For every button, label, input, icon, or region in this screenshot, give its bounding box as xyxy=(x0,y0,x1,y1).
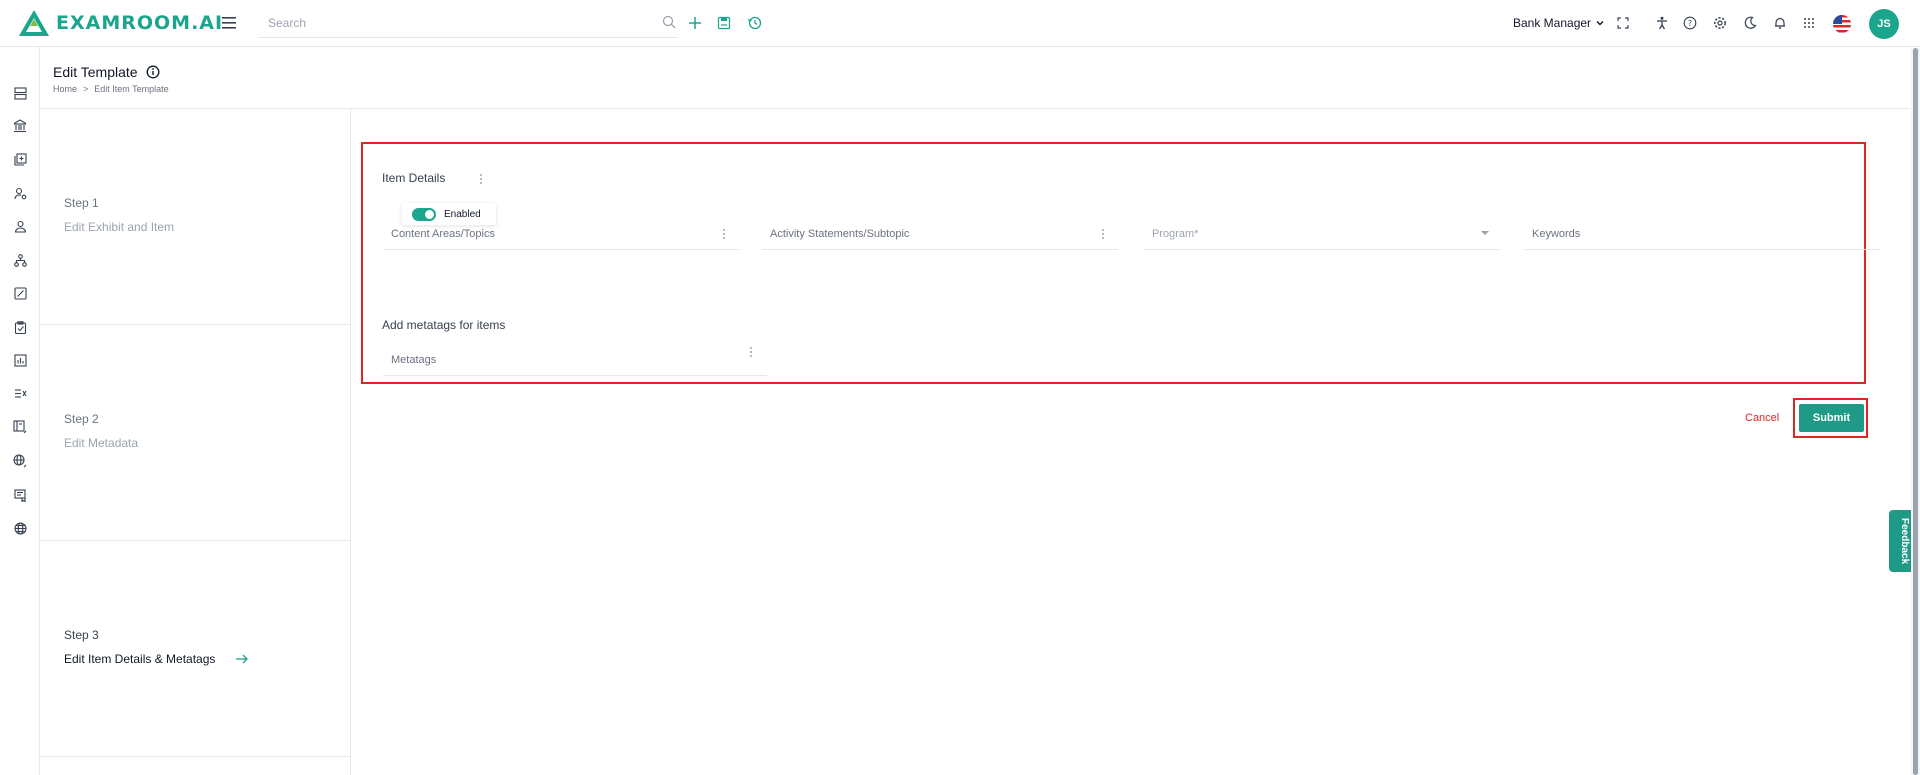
notification-bell-icon[interactable] xyxy=(1771,14,1789,32)
step-3-label: Edit Item Details & Metatags xyxy=(64,652,216,666)
metatags-kebab-icon[interactable] xyxy=(749,346,753,360)
bank-icon[interactable] xyxy=(12,118,28,134)
menu-toggle-icon[interactable] xyxy=(222,16,238,30)
apps-grid-icon[interactable] xyxy=(1800,14,1818,32)
metatags-field[interactable]: Metatags xyxy=(383,346,767,376)
user-avatar[interactable]: JS xyxy=(1869,9,1899,39)
step-2-label: Edit Metadata xyxy=(64,436,139,450)
svg-text:?: ? xyxy=(1688,19,1692,28)
enabled-toggle-popover: Enabled xyxy=(402,203,496,225)
edit-document-icon[interactable] xyxy=(12,285,28,301)
step-1-number: Step 1 xyxy=(64,196,99,210)
web-icon[interactable] xyxy=(12,520,28,536)
top-bar: EXAMROOM.AI Bank Manager ? J xyxy=(0,0,1920,47)
metatags-section-title: Add metatags for items xyxy=(382,318,506,332)
stepper: Step 1 Edit Exhibit and Item Step 2 Edit… xyxy=(41,109,351,775)
report-icon[interactable] xyxy=(12,352,28,368)
content-areas-kebab-icon[interactable] xyxy=(722,228,726,242)
breadcrumb-home[interactable]: Home xyxy=(53,84,77,94)
chevron-down-icon xyxy=(1596,21,1604,26)
fullscreen-icon[interactable] xyxy=(1614,14,1632,32)
book-edit-icon[interactable] xyxy=(12,419,28,435)
us-flag-icon[interactable] xyxy=(1833,15,1851,33)
step-3-number: Step 3 xyxy=(64,628,99,642)
user-settings-icon[interactable] xyxy=(12,185,28,201)
activity-statements-kebab-icon[interactable] xyxy=(1101,228,1105,242)
add-icon[interactable] xyxy=(686,14,704,32)
cancel-button[interactable]: Cancel xyxy=(1745,412,1779,424)
history-icon[interactable] xyxy=(746,14,764,32)
library-icon[interactable] xyxy=(12,151,28,167)
page-header: Edit Template Home > Edit Item Template xyxy=(41,48,1910,109)
arrow-right-icon xyxy=(236,654,248,664)
role-selector[interactable]: Bank Manager xyxy=(1513,16,1605,30)
scrollbar-thumb[interactable] xyxy=(1913,48,1918,775)
step-1[interactable]: Step 1 Edit Exhibit and Item xyxy=(41,109,351,325)
hierarchy-icon[interactable] xyxy=(12,252,28,268)
activity-statements-field[interactable]: Activity Statements/Subtopic xyxy=(762,220,1118,250)
keywords-field[interactable]: Keywords xyxy=(1524,220,1880,250)
activity-statements-label: Activity Statements/Subtopic xyxy=(770,228,910,240)
dropdown-caret-icon xyxy=(1481,231,1489,235)
logo[interactable]: EXAMROOM.AI xyxy=(18,8,223,38)
keywords-label: Keywords xyxy=(1532,228,1581,240)
settings-icon[interactable] xyxy=(1711,14,1729,32)
dashboard-icon[interactable] xyxy=(12,85,28,101)
step-2-number: Step 2 xyxy=(64,412,99,426)
breadcrumb: Home > Edit Item Template xyxy=(53,84,169,94)
submit-button[interactable]: Submit xyxy=(1799,404,1864,432)
info-icon[interactable] xyxy=(146,65,160,79)
enabled-toggle-label: Enabled xyxy=(444,208,481,220)
metatags-label: Metatags xyxy=(391,354,437,366)
item-details-title: Item Details xyxy=(382,171,446,185)
page-title: Edit Template xyxy=(53,64,160,80)
search-icon[interactable] xyxy=(662,15,676,34)
enabled-toggle[interactable] xyxy=(412,207,436,221)
search-bar xyxy=(258,10,678,38)
user-icon[interactable] xyxy=(12,218,28,234)
content-areas-label: Content Areas/Topics xyxy=(391,228,495,240)
accessibility-icon[interactable] xyxy=(1653,14,1671,32)
item-details-kebab-icon[interactable] xyxy=(479,173,483,187)
breadcrumb-current: Edit Item Template xyxy=(94,84,169,94)
certificate-icon[interactable] xyxy=(12,487,28,503)
step-1-label: Edit Exhibit and Item xyxy=(64,220,175,234)
save-icon[interactable] xyxy=(715,14,733,32)
program-select[interactable]: Program* xyxy=(1144,220,1500,250)
page-title-text: Edit Template xyxy=(53,64,138,80)
logo-icon xyxy=(19,10,49,36)
breadcrumb-separator: > xyxy=(83,84,89,94)
program-label: Program* xyxy=(1152,228,1199,240)
role-label: Bank Manager xyxy=(1513,16,1592,30)
submit-highlight: Submit xyxy=(1793,398,1868,438)
globe-edit-icon[interactable] xyxy=(12,453,28,469)
left-sidebar xyxy=(0,47,40,775)
list-icon[interactable] xyxy=(12,385,28,401)
step-2[interactable]: Step 2 Edit Metadata xyxy=(41,325,351,541)
search-input[interactable] xyxy=(258,10,648,36)
brand-name: EXAMROOM.AI xyxy=(56,12,224,34)
help-icon[interactable]: ? xyxy=(1681,14,1699,32)
dark-mode-icon[interactable] xyxy=(1741,14,1759,32)
page-scrollbar[interactable] xyxy=(1911,48,1920,775)
step-3[interactable]: Step 3 Edit Item Details & Metatags xyxy=(41,541,351,757)
checklist-icon[interactable] xyxy=(12,319,28,335)
